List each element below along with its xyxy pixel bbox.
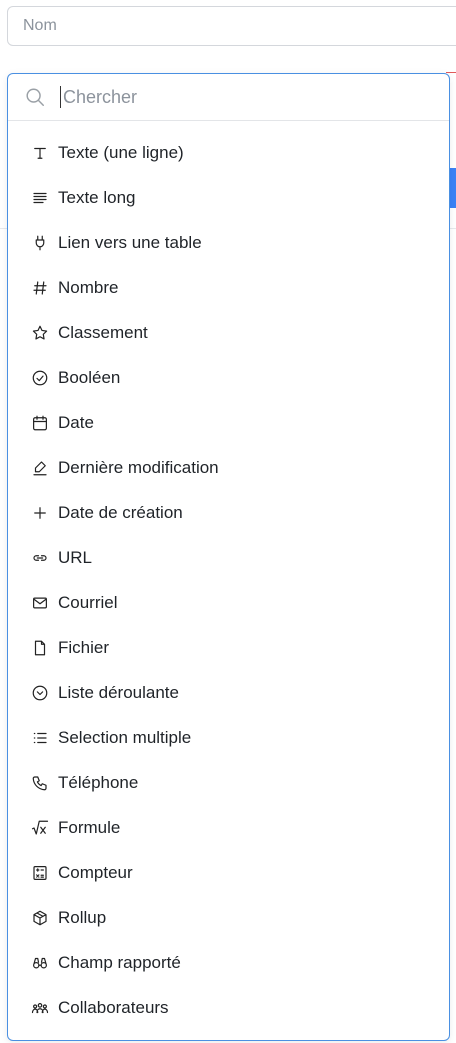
hash-icon: [30, 278, 50, 298]
field-type-date[interactable]: Date: [8, 400, 449, 445]
field-type-email[interactable]: Courriel: [8, 580, 449, 625]
field-type-label: Texte long: [58, 187, 136, 207]
phone-icon: [30, 773, 50, 793]
background-button-edge: [450, 168, 456, 208]
field-type-rollup[interactable]: Rollup: [8, 895, 449, 940]
check-circle-icon: [30, 368, 50, 388]
chevron-circle-icon: [30, 683, 50, 703]
field-type-label: URL: [58, 547, 93, 567]
field-type-label: Nombre: [58, 277, 119, 297]
field-type-text[interactable]: Texte (une ligne): [8, 130, 449, 175]
field-type-created[interactable]: Date de création: [8, 490, 449, 535]
users-icon: [30, 998, 50, 1018]
field-type-label: Compteur: [58, 862, 133, 882]
field-type-phone[interactable]: Téléphone: [8, 760, 449, 805]
field-type-file[interactable]: Fichier: [8, 625, 449, 670]
field-type-long-text[interactable]: Texte long: [8, 175, 449, 220]
field-type-boolean[interactable]: Booléen: [8, 355, 449, 400]
calendar-icon: [30, 413, 50, 433]
search-row: [8, 74, 449, 121]
field-type-label: Rollup: [58, 907, 107, 927]
field-type-link[interactable]: Lien vers une table: [8, 220, 449, 265]
error-underline: [446, 72, 456, 73]
search-icon: [24, 86, 46, 108]
field-type-multi-select[interactable]: Selection multiple: [8, 715, 449, 760]
field-type-label: Courriel: [58, 592, 118, 612]
field-type-label: Booléen: [58, 367, 121, 387]
field-type-label: Téléphone: [58, 772, 139, 792]
field-type-list: Texte (une ligne) Texte long Lien vers u…: [8, 130, 449, 1030]
name-field[interactable]: [7, 6, 456, 46]
field-type-label: Collaborateurs: [58, 997, 169, 1017]
file-icon: [30, 638, 50, 658]
box-icon: [30, 908, 50, 928]
field-type-label: Formule: [58, 817, 121, 837]
name-input[interactable]: [23, 17, 423, 35]
calculator-icon: [30, 863, 50, 883]
field-type-label: Date de création: [58, 502, 183, 522]
field-type-lookup[interactable]: Champ rapporté: [8, 940, 449, 985]
field-type-dropdown: Texte (une ligne) Texte long Lien vers u…: [7, 73, 450, 1041]
sqrt-x-icon: [30, 818, 50, 838]
field-type-url[interactable]: URL: [8, 535, 449, 580]
field-type-formula[interactable]: Formule: [8, 805, 449, 850]
star-icon: [30, 323, 50, 343]
plug-icon: [30, 233, 50, 253]
field-type-label: Champ rapporté: [58, 952, 181, 972]
text-icon: [30, 143, 50, 163]
field-type-label: Texte (une ligne): [58, 142, 184, 162]
field-type-label: Fichier: [58, 637, 110, 657]
field-type-label: Selection multiple: [58, 727, 192, 747]
binoculars-icon: [30, 953, 50, 973]
eraser-icon: [30, 458, 50, 478]
link-icon: [30, 548, 50, 568]
mail-icon: [30, 593, 50, 613]
plus-icon: [30, 503, 50, 523]
long-text-icon: [30, 188, 50, 208]
field-type-rating[interactable]: Classement: [8, 310, 449, 355]
field-type-number[interactable]: Nombre: [8, 265, 449, 310]
field-type-select[interactable]: Liste déroulante: [8, 670, 449, 715]
list-icon: [30, 728, 50, 748]
field-type-counter[interactable]: Compteur: [8, 850, 449, 895]
search-input[interactable]: [60, 86, 433, 108]
field-type-label: Classement: [58, 322, 148, 342]
field-type-label: Liste déroulante: [58, 682, 179, 702]
field-type-label: Date: [58, 412, 94, 432]
field-type-label: Lien vers une table: [58, 232, 202, 252]
field-type-label: Dernière modification: [58, 457, 219, 477]
field-type-collaborators[interactable]: Collaborateurs: [8, 985, 449, 1030]
field-type-last-modified[interactable]: Dernière modification: [8, 445, 449, 490]
